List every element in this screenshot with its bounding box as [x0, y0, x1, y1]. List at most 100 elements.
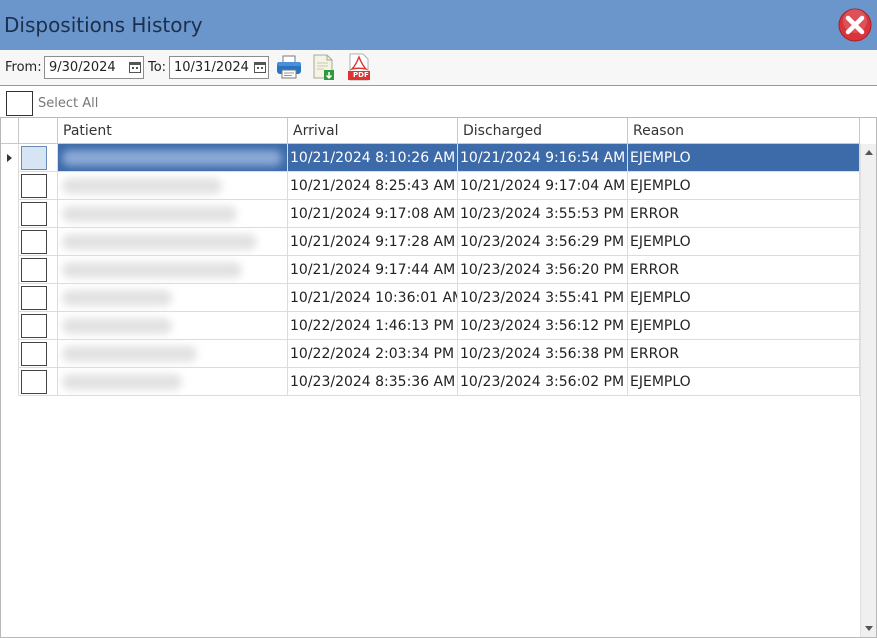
arrival-cell[interactable]: 10/21/2024 9:17:08 AM — [288, 200, 458, 228]
toolbar: From: 9/30/2024 To: 10/31/2024 PDF — [0, 50, 877, 86]
row-checkbox[interactable] — [21, 202, 47, 226]
redacted-patient-name — [62, 206, 237, 222]
reason-cell[interactable]: EJEMPLO — [628, 368, 860, 396]
to-label: To: — [148, 60, 167, 75]
patient-cell[interactable] — [58, 312, 288, 340]
discharged-cell[interactable]: 10/23/2024 3:56:02 PM — [458, 368, 628, 396]
row-indicator — [1, 172, 19, 200]
row-checkbox[interactable] — [21, 342, 47, 366]
scroll-up-icon[interactable] — [865, 150, 873, 155]
table-row[interactable]: 10/23/2024 8:35:36 AM 10/23/2024 3:56:02… — [1, 368, 860, 396]
table-row[interactable]: 10/22/2024 1:46:13 PM 10/23/2024 3:56:12… — [1, 312, 860, 340]
row-indicator — [1, 200, 19, 228]
row-indicator-header — [1, 118, 19, 144]
row-checkbox[interactable] — [21, 230, 47, 254]
discharged-cell[interactable]: 10/21/2024 9:16:54 AM — [458, 144, 628, 172]
discharged-cell[interactable]: 10/23/2024 3:55:53 PM — [458, 200, 628, 228]
row-checkbox-cell — [19, 144, 58, 172]
row-checkbox-cell — [19, 256, 58, 284]
row-checkbox[interactable] — [21, 370, 47, 394]
patient-cell[interactable] — [58, 144, 288, 172]
arrival-cell[interactable]: 10/21/2024 9:17:28 AM — [288, 228, 458, 256]
arrival-cell[interactable]: 10/21/2024 10:36:01 AM — [288, 284, 458, 312]
table-row[interactable]: 10/21/2024 9:17:08 AM 10/23/2024 3:55:53… — [1, 200, 860, 228]
row-checkbox[interactable] — [21, 286, 47, 310]
table-row[interactable]: 10/21/2024 9:17:28 AM 10/23/2024 3:56:29… — [1, 228, 860, 256]
column-header-discharged[interactable]: Discharged — [458, 118, 628, 144]
reason-cell[interactable]: ERROR — [628, 256, 860, 284]
redacted-patient-name — [62, 234, 257, 250]
row-checkbox-cell — [19, 172, 58, 200]
discharged-cell[interactable]: 10/23/2024 3:56:12 PM — [458, 312, 628, 340]
pdf-export-button[interactable]: PDF — [345, 53, 373, 81]
arrival-cell[interactable]: 10/22/2024 1:46:13 PM — [288, 312, 458, 340]
table-row[interactable]: 10/21/2024 8:10:26 AM 10/21/2024 9:16:54… — [1, 144, 860, 172]
reason-cell[interactable]: EJEMPLO — [628, 284, 860, 312]
column-header-reason[interactable]: Reason — [628, 118, 860, 144]
row-checkbox[interactable] — [21, 174, 47, 198]
row-indicator — [1, 284, 19, 312]
table-row[interactable]: 10/21/2024 8:25:43 AM 10/21/2024 9:17:04… — [1, 172, 860, 200]
row-indicator — [1, 312, 19, 340]
discharged-cell[interactable]: 10/23/2024 3:55:41 PM — [458, 284, 628, 312]
row-checkbox-cell — [19, 368, 58, 396]
reason-cell[interactable]: ERROR — [628, 340, 860, 368]
column-header-patient[interactable]: Patient — [58, 118, 288, 144]
export-excel-icon[interactable] — [309, 53, 337, 81]
from-date-picker[interactable]: 9/30/2024 — [44, 56, 144, 79]
reason-cell[interactable]: EJEMPLO — [628, 172, 860, 200]
discharged-cell[interactable]: 10/23/2024 3:56:20 PM — [458, 256, 628, 284]
patient-cell[interactable] — [58, 340, 288, 368]
table-row[interactable]: 10/22/2024 2:03:34 PM 10/23/2024 3:56:38… — [1, 340, 860, 368]
discharged-cell[interactable]: 10/21/2024 9:17:04 AM — [458, 172, 628, 200]
printer-icon[interactable] — [275, 53, 303, 81]
reason-cell[interactable]: EJEMPLO — [628, 312, 860, 340]
reason-cell[interactable]: EJEMPLO — [628, 144, 860, 172]
vertical-scrollbar[interactable] — [860, 144, 876, 637]
table-row[interactable]: 10/21/2024 10:36:01 AM 10/23/2024 3:55:4… — [1, 284, 860, 312]
patient-cell[interactable] — [58, 172, 288, 200]
row-indicator — [1, 228, 19, 256]
row-checkbox-cell — [19, 312, 58, 340]
redacted-patient-name — [62, 346, 197, 362]
row-checkbox-cell — [19, 284, 58, 312]
checkbox-column-header — [19, 118, 58, 144]
patient-cell[interactable] — [58, 368, 288, 396]
current-row-indicator-icon — [7, 154, 12, 162]
row-indicator — [1, 340, 19, 368]
arrival-cell[interactable]: 10/21/2024 8:25:43 AM — [288, 172, 458, 200]
patient-cell[interactable] — [58, 228, 288, 256]
redacted-patient-name — [62, 290, 172, 306]
reason-cell[interactable]: ERROR — [628, 200, 860, 228]
arrival-cell[interactable]: 10/22/2024 2:03:34 PM — [288, 340, 458, 368]
from-label: From: — [5, 60, 42, 75]
table-row[interactable]: 10/21/2024 9:17:44 AM 10/23/2024 3:56:20… — [1, 256, 860, 284]
discharged-cell[interactable]: 10/23/2024 3:56:38 PM — [458, 340, 628, 368]
redacted-patient-name — [62, 374, 182, 390]
reason-cell[interactable]: EJEMPLO — [628, 228, 860, 256]
from-date-value: 9/30/2024 — [49, 60, 116, 75]
column-header-arrival[interactable]: Arrival — [288, 118, 458, 144]
arrival-cell[interactable]: 10/21/2024 9:17:44 AM — [288, 256, 458, 284]
patient-cell[interactable] — [58, 256, 288, 284]
row-indicator — [1, 256, 19, 284]
row-checkbox[interactable] — [21, 314, 47, 338]
patient-cell[interactable] — [58, 200, 288, 228]
discharged-cell[interactable]: 10/23/2024 3:56:29 PM — [458, 228, 628, 256]
arrival-cell[interactable]: 10/21/2024 8:10:26 AM — [288, 144, 458, 172]
row-indicator — [1, 368, 19, 396]
calendar-icon[interactable] — [129, 61, 141, 73]
arrival-cell[interactable]: 10/23/2024 8:35:36 AM — [288, 368, 458, 396]
row-checkbox-cell — [19, 340, 58, 368]
row-checkbox[interactable] — [21, 146, 47, 170]
close-icon[interactable] — [838, 8, 872, 42]
redacted-patient-name — [62, 178, 222, 194]
patient-cell[interactable] — [58, 284, 288, 312]
select-all-checkbox[interactable] — [6, 91, 33, 116]
window-title: Dispositions History — [4, 13, 203, 37]
to-date-picker[interactable]: 10/31/2024 — [169, 56, 269, 79]
scroll-down-icon[interactable] — [865, 626, 873, 631]
pdf-icon-text: PDF — [353, 71, 369, 79]
calendar-icon[interactable] — [254, 61, 266, 73]
row-checkbox[interactable] — [21, 258, 47, 282]
